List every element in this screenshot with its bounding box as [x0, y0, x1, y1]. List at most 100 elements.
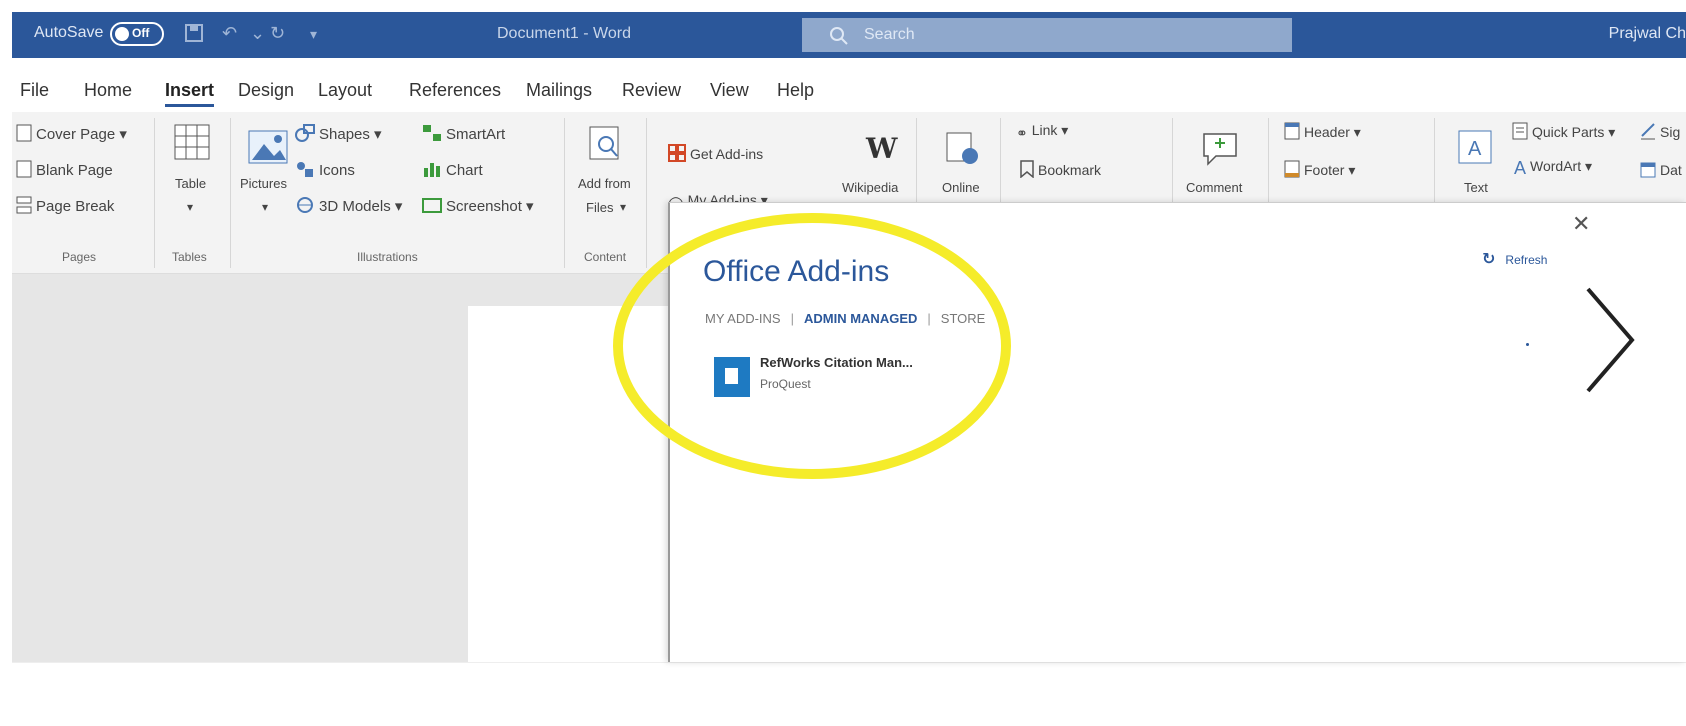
- table-label[interactable]: Table: [175, 176, 206, 191]
- save-icon[interactable]: [184, 23, 204, 48]
- quick-parts-button[interactable]: Quick Parts ▾: [1512, 122, 1615, 143]
- pictures-icon[interactable]: [248, 130, 288, 169]
- wikipedia-icon[interactable]: W: [866, 132, 897, 165]
- group-label-illustrations: Illustrations: [357, 250, 418, 264]
- get-add-ins-button[interactable]: Get Add-ins: [668, 144, 763, 165]
- cover-page-button[interactable]: Cover Page ▾: [16, 124, 127, 146]
- user-name[interactable]: Prajwal Ch: [1609, 25, 1686, 43]
- header-button[interactable]: Header ▾: [1284, 122, 1361, 143]
- pictures-dropdown-icon[interactable]: ▾: [262, 200, 268, 214]
- date-label: Dat: [1660, 162, 1682, 178]
- tab-file[interactable]: File: [20, 80, 49, 101]
- blank-page-button[interactable]: Blank Page: [16, 160, 113, 182]
- table-icon[interactable]: [174, 124, 210, 165]
- signature-icon: [1640, 122, 1656, 143]
- autosave-state: Off: [132, 26, 150, 40]
- text-label[interactable]: Text: [1464, 180, 1488, 195]
- autosave-label: AutoSave: [34, 24, 104, 41]
- pictures-label[interactable]: Pictures: [240, 176, 287, 191]
- document-title: Document1 - Word: [497, 25, 631, 42]
- group-label-pages: Pages: [62, 250, 97, 264]
- table-dropdown-icon[interactable]: ▾: [187, 200, 193, 214]
- tab-help[interactable]: Help: [777, 80, 814, 101]
- smartart-button[interactable]: SmartArt: [422, 124, 505, 146]
- page-break-icon: [16, 196, 32, 218]
- tab-home[interactable]: Home: [84, 80, 132, 101]
- refresh-button[interactable]: ↻ Refresh: [1482, 249, 1547, 269]
- bookmark-button[interactable]: Bookmark: [1020, 160, 1101, 181]
- page-break-label: Page Break: [36, 198, 115, 215]
- divider: [154, 118, 155, 268]
- add-from-files-label-1[interactable]: Add from: [578, 176, 631, 191]
- shapes-button[interactable]: Shapes ▾: [295, 124, 382, 146]
- dropdown-icon[interactable]: ⌄: [250, 23, 265, 44]
- date-time-button[interactable]: Dat: [1640, 160, 1682, 181]
- search-placeholder: Search: [864, 26, 915, 43]
- chart-button[interactable]: Chart: [422, 160, 483, 182]
- page-break-button[interactable]: Page Break: [16, 196, 114, 218]
- add-ins-nav: MY ADD-INS | ADMIN MANAGED | STORE: [705, 311, 985, 326]
- redo-icon[interactable]: ↻: [270, 23, 285, 44]
- tab-references[interactable]: References: [409, 80, 501, 101]
- add-in-item[interactable]: RefWorks Citation Man... ProQuest: [710, 353, 1010, 413]
- date-icon: [1640, 160, 1656, 181]
- link-label: Link: [1031, 122, 1058, 138]
- undo-icon[interactable]: ↶: [222, 23, 237, 44]
- text-box-icon[interactable]: A: [1458, 130, 1492, 169]
- office-add-ins-dialog: ✕ ↻ Refresh Office Add-ins MY ADD-INS | ADM…: [668, 202, 1686, 662]
- tab-review[interactable]: Review: [622, 80, 681, 101]
- ribbon-tabs: File Home Insert Design Layout Reference…: [12, 72, 1686, 112]
- add-from-files-dropdown-icon[interactable]: ▾: [620, 200, 626, 214]
- smartart-icon: [422, 124, 442, 146]
- word-window: AutoSave Off ↶ ⌄ ↻ ▾ Document1 - Word Se…: [12, 12, 1686, 726]
- group-label-content: Content: [584, 250, 627, 264]
- nav-my-add-ins[interactable]: MY ADD-INS: [705, 311, 781, 326]
- tab-design[interactable]: Design: [238, 80, 294, 101]
- comment-label[interactable]: Comment: [1186, 180, 1242, 195]
- 3d-models-button[interactable]: 3D Models ▾: [295, 196, 402, 218]
- nav-admin-managed[interactable]: ADMIN MANAGED: [804, 311, 917, 326]
- comment-icon[interactable]: [1202, 132, 1238, 171]
- smartart-label: SmartArt: [446, 126, 506, 143]
- link-button[interactable]: ⚭ Link ▾: [1016, 122, 1068, 142]
- chart-icon: [422, 160, 442, 182]
- header-label: Header: [1304, 124, 1350, 140]
- online-video-label[interactable]: Online: [942, 180, 980, 195]
- wikipedia-label[interactable]: Wikipedia: [842, 180, 898, 195]
- header-icon: [1284, 122, 1300, 143]
- footer-button[interactable]: Footer ▾: [1284, 160, 1355, 181]
- screenshot-button[interactable]: Screenshot ▾: [422, 196, 534, 218]
- tab-insert[interactable]: Insert: [165, 80, 215, 107]
- search-box[interactable]: Search: [802, 18, 1292, 52]
- chevron-right-icon[interactable]: [1580, 285, 1640, 395]
- screenshot-icon: [422, 196, 442, 218]
- refworks-logo-icon: [714, 357, 750, 397]
- tab-layout[interactable]: Layout: [318, 80, 372, 101]
- add-from-files-icon[interactable]: [588, 126, 622, 167]
- tab-mailings[interactable]: Mailings: [526, 80, 592, 101]
- shapes-label: Shapes: [319, 126, 370, 143]
- online-video-icon[interactable]: [946, 132, 980, 171]
- customize-qat-icon[interactable]: ▾: [310, 26, 317, 43]
- svg-text:A: A: [1468, 138, 1482, 160]
- add-from-files-label-2[interactable]: Files: [586, 200, 613, 215]
- autosave-toggle[interactable]: Off: [110, 22, 164, 46]
- 3d-models-label: 3D Models: [319, 198, 391, 215]
- link-icon: ⚭: [1016, 125, 1028, 141]
- tab-view[interactable]: View: [710, 80, 749, 101]
- nav-store[interactable]: STORE: [941, 311, 986, 326]
- store-icon: [668, 144, 686, 165]
- divider: [564, 118, 565, 268]
- wordart-button[interactable]: A WordArt ▾: [1514, 158, 1592, 179]
- toggle-knob: [115, 27, 129, 41]
- refresh-label: Refresh: [1505, 253, 1548, 267]
- add-in-publisher: ProQuest: [760, 377, 811, 391]
- document-page[interactable]: [468, 306, 688, 662]
- icons-button[interactable]: Icons: [295, 160, 355, 182]
- title-bar: AutoSave Off ↶ ⌄ ↻ ▾ Document1 - Word Se…: [12, 12, 1686, 58]
- divider: [12, 662, 1686, 663]
- get-add-ins-label: Get Add-ins: [690, 146, 764, 162]
- close-icon[interactable]: ✕: [1572, 211, 1590, 237]
- signature-line-button[interactable]: Sig: [1640, 122, 1680, 143]
- dialog-title: Office Add-ins: [703, 255, 890, 288]
